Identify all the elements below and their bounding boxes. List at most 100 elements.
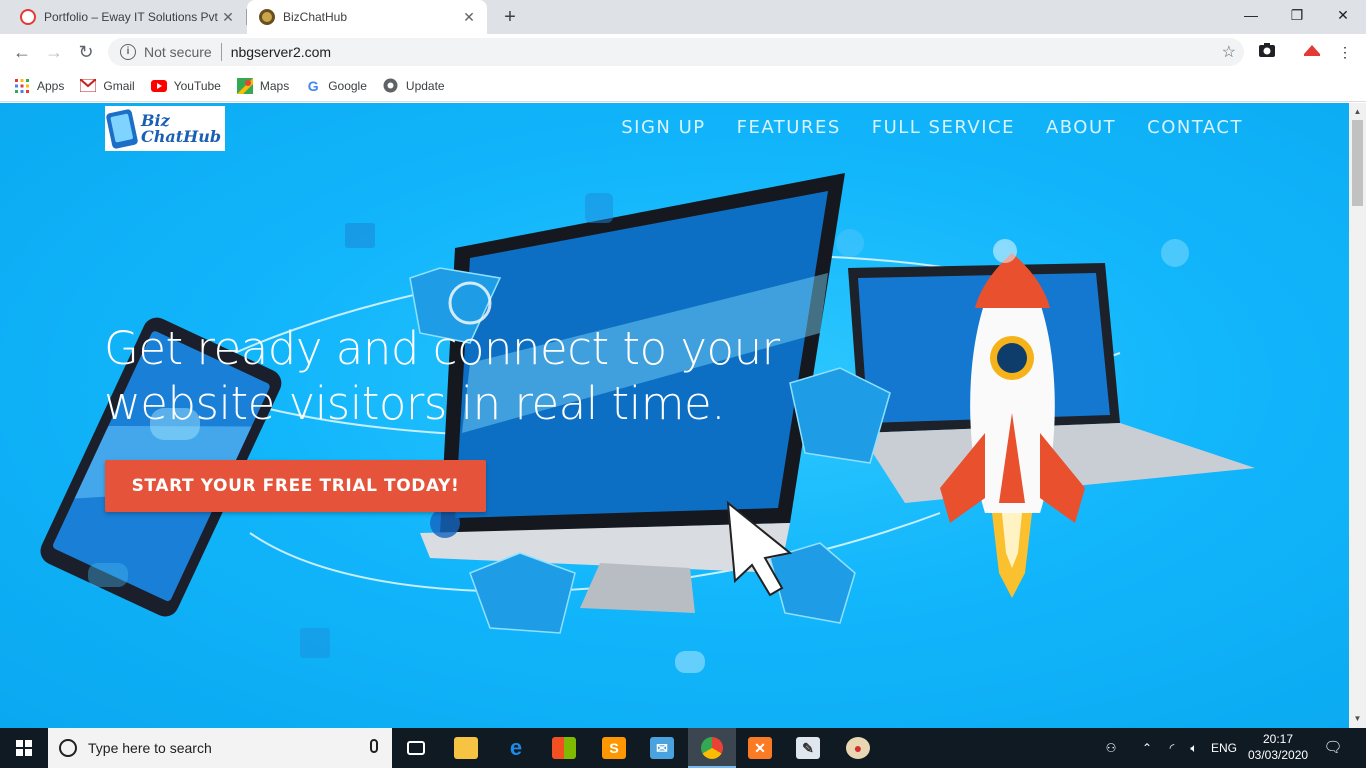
close-window-button[interactable]: ✕: [1320, 0, 1366, 30]
folder-icon: [454, 737, 478, 759]
bookmark-update[interactable]: Update: [383, 78, 445, 94]
nav-contact[interactable]: CONTACT: [1147, 117, 1243, 138]
show-hidden-icons-icon[interactable]: ⌃: [1138, 728, 1156, 768]
hero-headline: Get ready and connect to your website vi…: [104, 321, 804, 431]
menu-kebab-icon[interactable]: ⋮: [1335, 42, 1355, 62]
xampp-icon: ✕: [748, 737, 772, 759]
nav-full-service[interactable]: FULL SERVICE: [872, 117, 1015, 138]
cortana-icon: [59, 739, 77, 757]
nav-sign-up[interactable]: SIGN UP: [621, 117, 705, 138]
url-text[interactable]: nbgserver2.com: [231, 44, 331, 60]
restore-button[interactable]: ❐: [1274, 0, 1320, 30]
store-icon: [552, 737, 576, 759]
nav-about[interactable]: ABOUT: [1046, 117, 1116, 138]
back-button[interactable]: ←: [9, 39, 35, 65]
scroll-up-icon[interactable]: ▲: [1349, 105, 1366, 119]
sublime-text-button[interactable]: S: [590, 728, 638, 768]
extension-icon[interactable]: [1302, 42, 1322, 62]
info-icon[interactable]: i: [120, 44, 136, 60]
main-nav: SIGN UP FEATURES FULL SERVICE ABOUT CONT…: [590, 117, 1243, 138]
task-view-icon: [407, 741, 425, 755]
bookmark-label: Google: [328, 78, 367, 93]
reload-button[interactable]: ↻: [73, 39, 99, 65]
address-bar[interactable]: i Not secure nbgserver2.com ☆: [108, 38, 1244, 66]
logo-line2: ChatHub: [141, 126, 222, 146]
headline-line1: Get ready and connect to your: [104, 322, 780, 375]
bookmark-apps[interactable]: Apps: [14, 78, 64, 94]
notifications-icon[interactable]: 🗨︎: [1320, 728, 1346, 768]
google-icon: G: [307, 77, 319, 94]
phone-logo-icon: [105, 108, 139, 149]
update-icon: [383, 78, 399, 94]
sublime-icon: S: [602, 737, 626, 759]
security-label[interactable]: Not secure: [144, 44, 212, 60]
mail-button[interactable]: ✉: [638, 728, 686, 768]
camera-extension-icon[interactable]: [1257, 42, 1277, 62]
omnibox-divider: [220, 43, 222, 61]
forward-button[interactable]: →: [41, 39, 67, 65]
scroll-down-icon[interactable]: ▼: [1349, 712, 1366, 726]
tab-strip: Portfolio – Eway IT Solutions Pvt ✕ BizC…: [0, 0, 1366, 34]
bookmark-google[interactable]: G Google: [305, 78, 367, 94]
notepad-icon: ✎: [796, 737, 820, 759]
clock[interactable]: 20:17 03/03/2020: [1248, 731, 1308, 763]
volume-icon[interactable]: 🔈︎: [1184, 728, 1204, 768]
close-tab-icon[interactable]: ✕: [218, 9, 238, 26]
bookmark-label: Update: [405, 78, 445, 93]
headline-line2: website visitors in real time.: [104, 377, 726, 430]
bookmark-gmail[interactable]: Gmail: [80, 78, 135, 94]
bookmark-label: Gmail: [103, 78, 135, 93]
bookmarks-bar: Apps Gmail YouTube Maps G Google Update: [0, 70, 1366, 102]
mail-icon: ✉: [650, 737, 674, 759]
bookmark-star-icon[interactable]: ☆: [1222, 42, 1236, 62]
windows-logo-icon: [16, 740, 32, 756]
bizchathub-logo[interactable]: Biz ChatHub: [105, 106, 225, 151]
bookmark-maps[interactable]: Maps: [236, 77, 290, 94]
edge-icon: e: [509, 735, 523, 760]
new-tab-button[interactable]: +: [498, 5, 522, 29]
paint-palette-icon: ●: [846, 737, 870, 759]
clock-date: 03/03/2020: [1248, 748, 1309, 762]
microphone-icon[interactable]: [370, 739, 378, 753]
page-viewport: Biz ChatHub SIGN UP FEATURES FULL SERVIC…: [0, 103, 1349, 728]
bookmark-label: Apps: [37, 78, 65, 93]
search-placeholder: Type here to search: [88, 740, 212, 756]
maps-icon: [236, 77, 253, 94]
windows-taskbar: Type here to search e S ✉ ✕ ✎ ● ⚇ ⌃ ◜ 🔈︎…: [0, 728, 1366, 768]
gmail-icon: [80, 78, 97, 94]
people-icon[interactable]: ⚇: [1100, 728, 1122, 768]
store-button[interactable]: [540, 728, 588, 768]
tab-portfolio[interactable]: Portfolio – Eway IT Solutions Pvt ✕: [8, 0, 247, 34]
clock-time: 20:17: [1262, 732, 1294, 746]
tab-bizchathub[interactable]: BizChatHub ✕: [247, 0, 487, 34]
bizchathub-favicon-icon: [259, 9, 275, 25]
close-tab-icon[interactable]: ✕: [459, 9, 479, 26]
file-explorer-button[interactable]: [442, 728, 490, 768]
start-button[interactable]: [0, 728, 48, 768]
minimize-button[interactable]: —: [1228, 0, 1274, 30]
xampp-button[interactable]: ✕: [736, 728, 784, 768]
logo-text: Biz ChatHub: [141, 112, 222, 146]
tab-title: Portfolio – Eway IT Solutions Pvt: [44, 10, 218, 24]
apps-grid-icon: [14, 78, 30, 94]
start-free-trial-button[interactable]: START YOUR FREE TRIAL TODAY!: [105, 460, 486, 512]
tab-title: BizChatHub: [283, 10, 348, 24]
bookmark-youtube[interactable]: YouTube: [150, 78, 221, 94]
wifi-icon[interactable]: ◜: [1162, 728, 1182, 768]
notepad-button[interactable]: ✎: [784, 728, 832, 768]
language-indicator[interactable]: ENG: [1210, 728, 1238, 768]
browser-toolbar: ← → ↻ i Not secure nbgserver2.com ☆ ⋮: [0, 34, 1366, 70]
task-view-button[interactable]: [392, 728, 440, 768]
youtube-icon: [150, 78, 167, 94]
taskbar-search[interactable]: Type here to search: [48, 728, 392, 768]
page-scrollbar[interactable]: ▲ ▼: [1349, 103, 1366, 728]
bookmark-label: YouTube: [173, 78, 221, 93]
nav-features[interactable]: FEATURES: [737, 117, 841, 138]
eway-favicon-icon: [20, 9, 36, 25]
bookmark-label: Maps: [259, 78, 290, 93]
paint-button[interactable]: ●: [834, 728, 882, 768]
chrome-button[interactable]: [688, 728, 736, 768]
scrollbar-thumb[interactable]: [1352, 120, 1363, 206]
chrome-icon: [701, 737, 723, 759]
edge-button[interactable]: e: [492, 728, 540, 768]
